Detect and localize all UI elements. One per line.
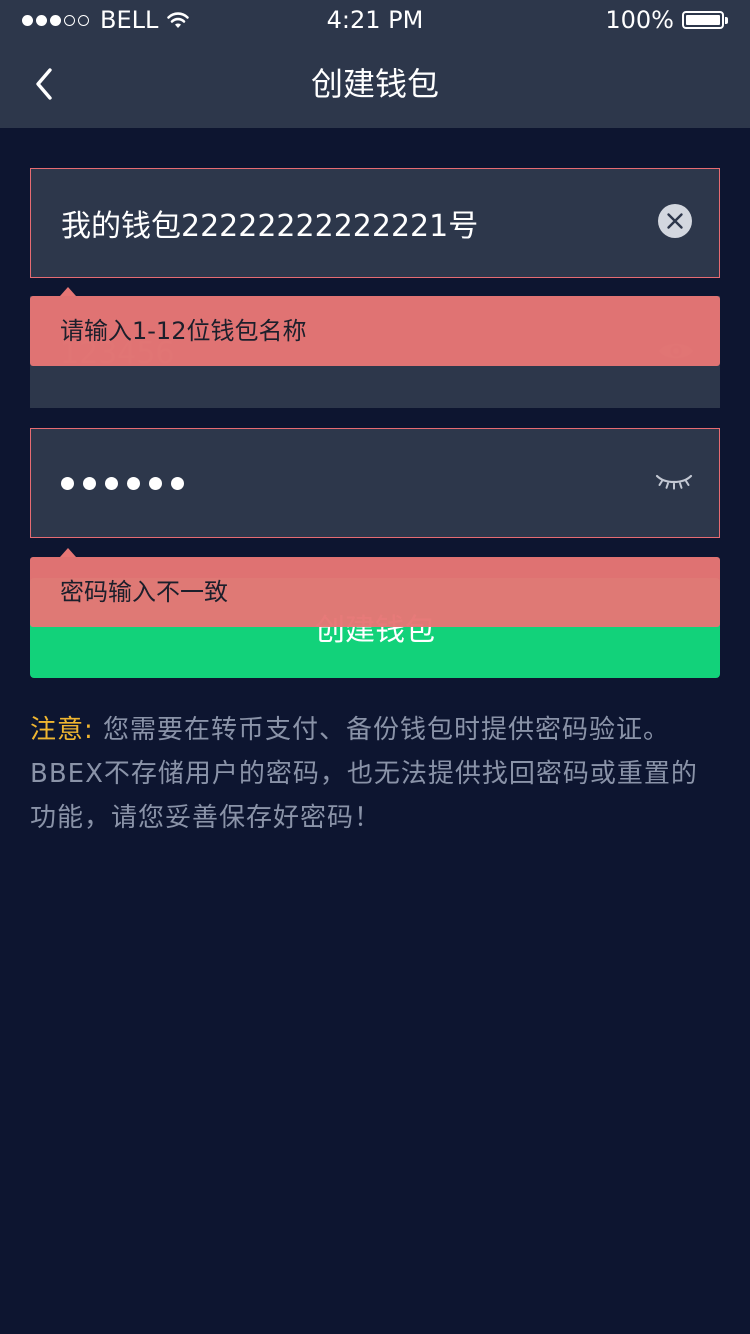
status-bar: BELL 4:21 PM 100% [0, 0, 750, 40]
password-notice: 注意: 您需要在转币支付、备份钱包时提供密码验证。BBEX不存储用户的密码，也无… [30, 708, 720, 840]
eye-closed-icon [655, 474, 693, 490]
battery-cap [725, 16, 728, 24]
password-dot [105, 476, 118, 490]
wallet-name-value: 我的钱包22222222222221号 [61, 209, 479, 244]
confirm-password-value [61, 429, 184, 537]
status-right: 100% [605, 0, 728, 40]
password-dot [127, 476, 140, 490]
password-mismatch-tooltip: 密码输入不一致 [30, 548, 720, 627]
wallet-name-input[interactable]: 我的钱包22222222222221号 [30, 168, 720, 278]
password-dot [83, 476, 96, 490]
wallet-name-error-tooltip: 请输入1-12位钱包名称 [30, 287, 720, 366]
password-dot [61, 476, 74, 490]
password-dot [149, 476, 162, 490]
clear-circle-icon [658, 204, 692, 238]
page-title: 创建钱包 [310, 65, 439, 103]
battery-icon [682, 11, 724, 29]
confirm-password-input[interactable] [30, 428, 720, 538]
hide-password-toggle[interactable] [655, 471, 693, 495]
notice-label: 注意: [30, 715, 94, 745]
masked-password-dots [61, 476, 184, 490]
battery-percentage: 100% [605, 6, 674, 34]
clear-button[interactable] [657, 203, 693, 243]
password-dot [171, 476, 184, 490]
nav-bar: 创建钱包 [0, 40, 750, 128]
notice-text: 您需要在转币支付、备份钱包时提供密码验证。BBEX不存储用户的密码，也无法提供找… [30, 715, 698, 833]
